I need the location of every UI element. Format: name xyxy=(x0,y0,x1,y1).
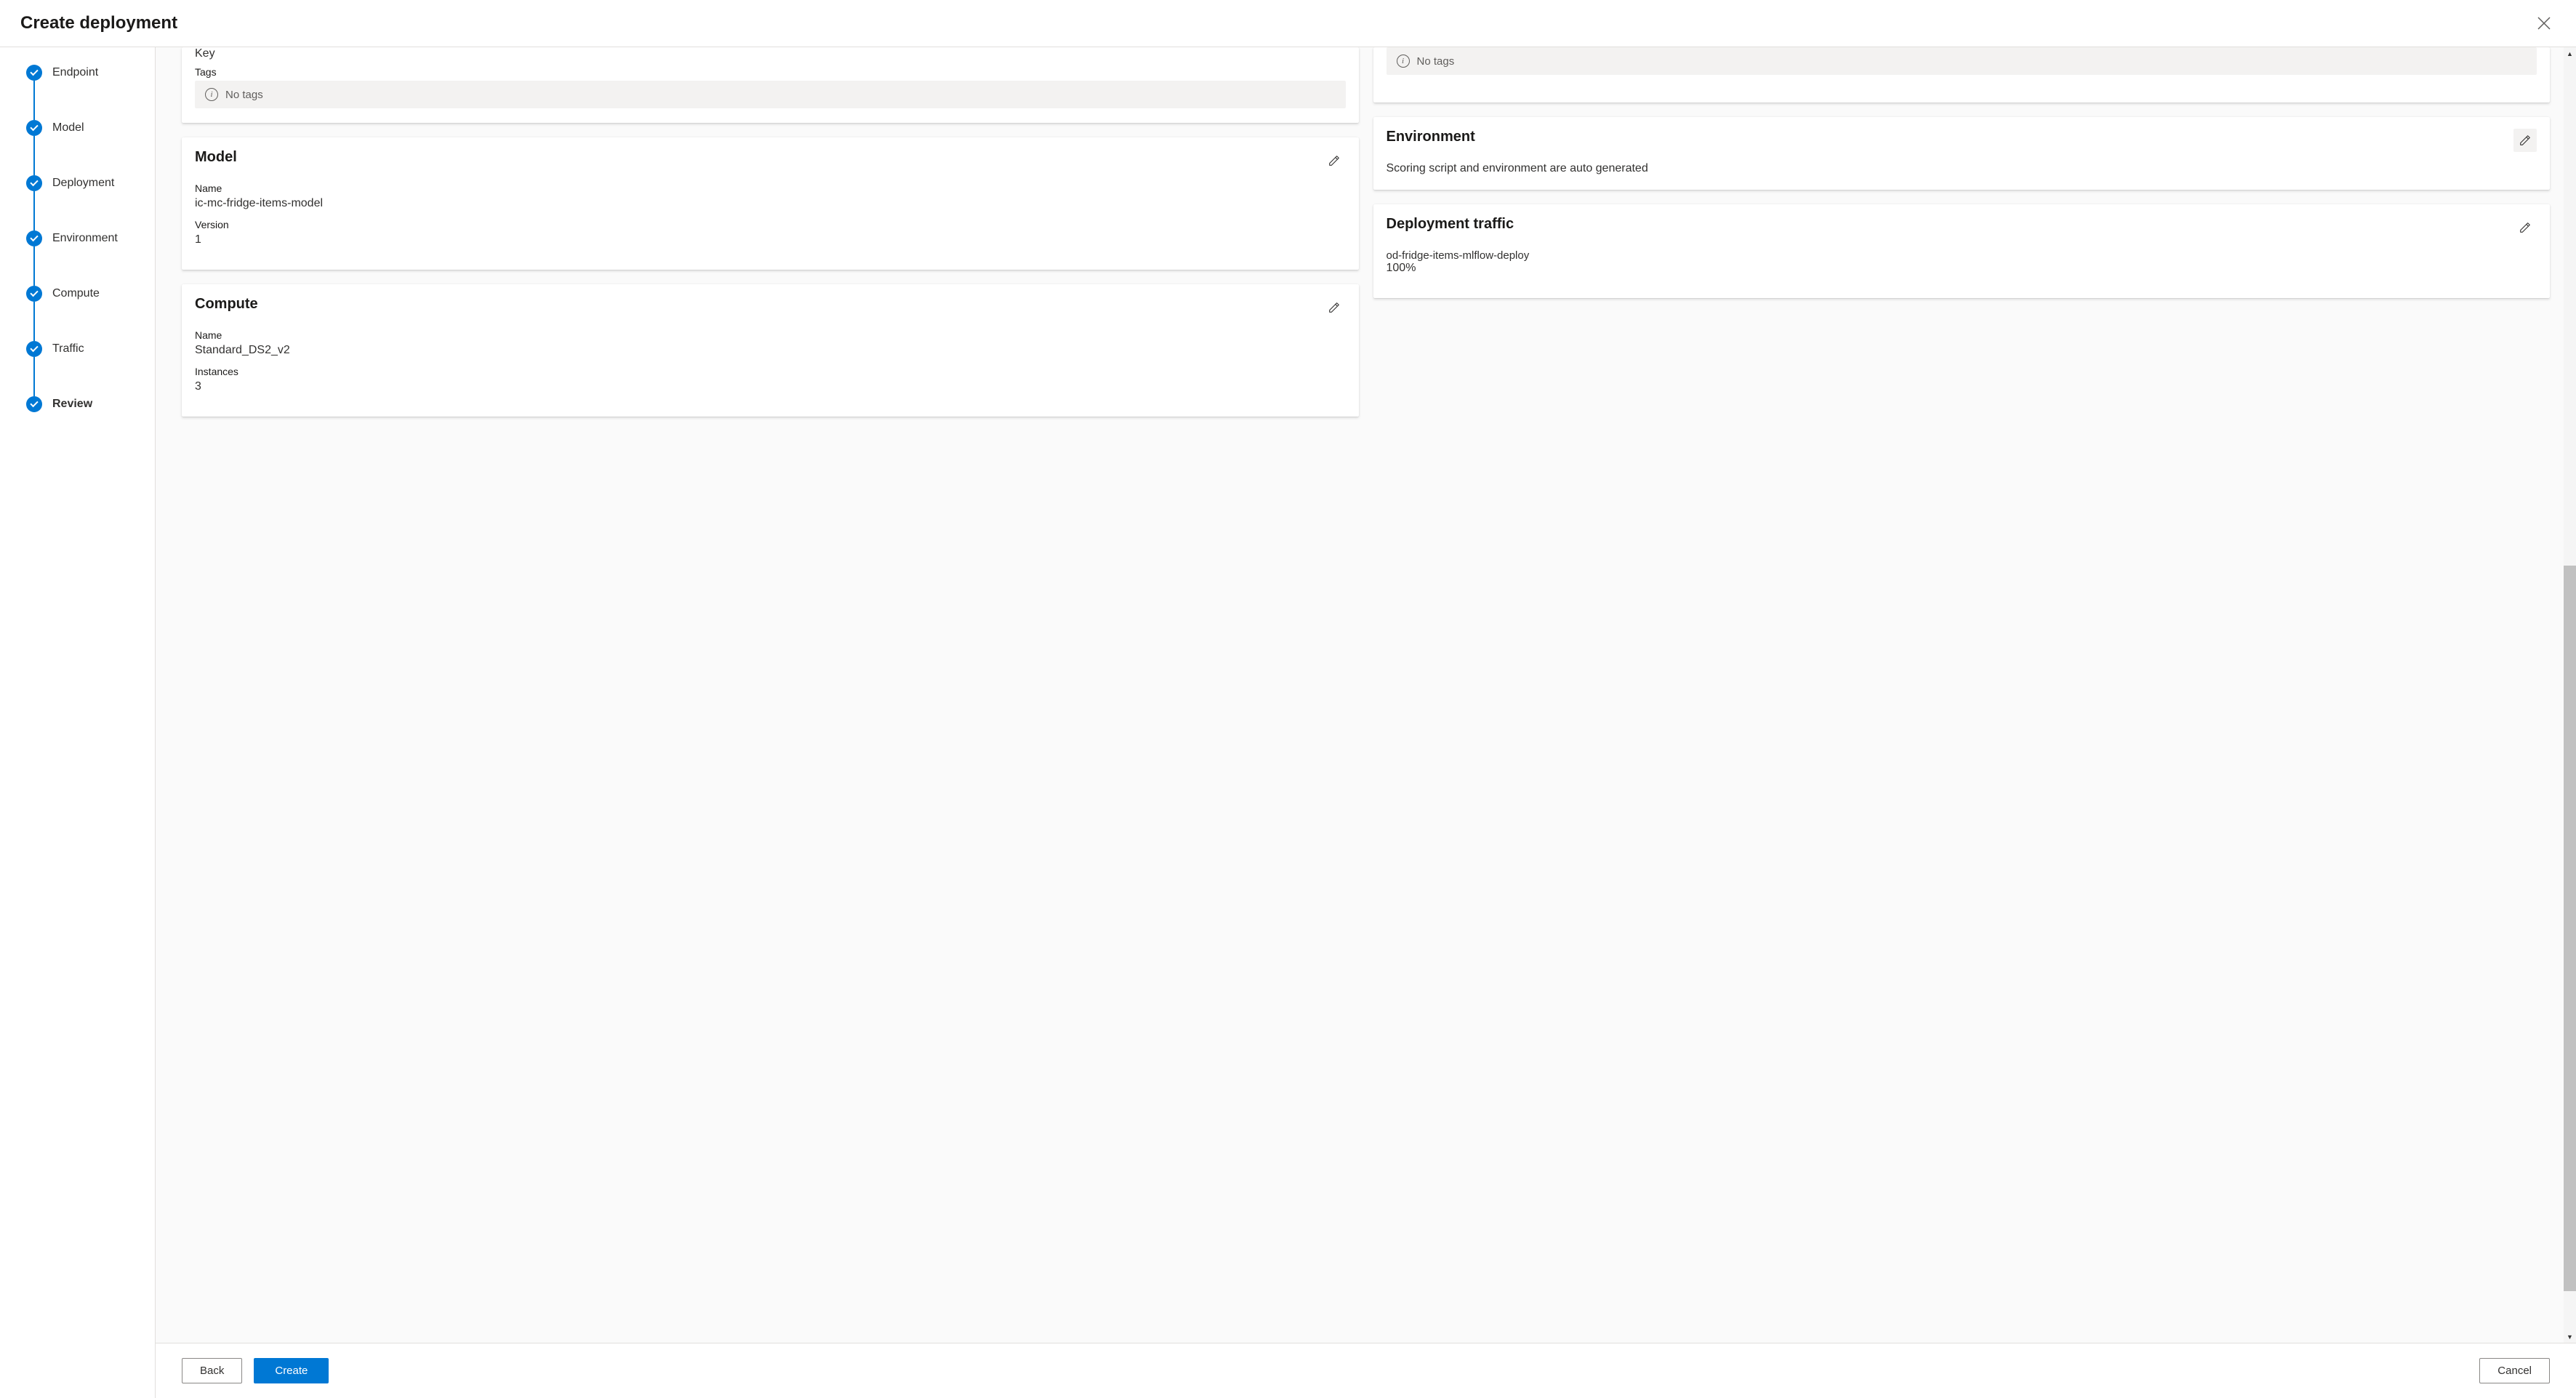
scrollbar-thumb[interactable] xyxy=(2564,566,2576,1291)
tags-label: Tags xyxy=(195,66,1346,78)
back-button[interactable]: Back xyxy=(182,1358,242,1383)
field-value: 3 xyxy=(195,380,1346,393)
step-connector xyxy=(33,191,35,230)
step-label: Environment xyxy=(52,232,118,245)
step-label: Traffic xyxy=(52,342,84,355)
model-card: Model Name ic-mc-fridge-items-model xyxy=(182,137,1359,270)
field-value: ic-mc-fridge-items-model xyxy=(195,197,1346,210)
check-icon xyxy=(26,230,42,246)
card-title: Environment xyxy=(1387,129,1475,145)
step-connector xyxy=(33,136,35,175)
col-left: Key Tags i No tags Model xyxy=(182,47,1359,431)
dialog-footer: Back Create Cancel xyxy=(156,1343,2576,1398)
cancel-button[interactable]: Cancel xyxy=(2479,1358,2550,1383)
field-label: Name xyxy=(195,329,1346,341)
wizard-sidebar: Endpoint Model Deployment Environment xyxy=(0,47,156,1398)
field-label: Version xyxy=(195,219,1346,230)
col-right: i No tags Environment xyxy=(1373,47,2551,431)
model-version-field: Version 1 xyxy=(195,219,1346,246)
card-header: Compute xyxy=(195,296,1346,319)
check-icon xyxy=(26,396,42,412)
card-header: Environment xyxy=(1387,129,2537,152)
no-tags-box: i No tags xyxy=(195,81,1346,108)
step-connector xyxy=(33,302,35,341)
step-endpoint[interactable]: Endpoint xyxy=(26,65,155,81)
compute-instances-field: Instances 3 xyxy=(195,366,1346,393)
step-label: Deployment xyxy=(52,177,114,190)
endpoint-card: Key Tags i No tags xyxy=(182,47,1359,123)
step-model[interactable]: Model xyxy=(26,120,155,136)
field-label: Name xyxy=(195,182,1346,194)
edit-compute-button[interactable] xyxy=(1323,296,1346,319)
main-area[interactable]: Key Tags i No tags Model xyxy=(156,47,2576,1343)
environment-text: Scoring script and environment are auto … xyxy=(1387,162,2537,175)
deployment-card-partial: i No tags xyxy=(1373,47,2551,103)
no-tags-box: i No tags xyxy=(1387,47,2537,75)
step-environment[interactable]: Environment xyxy=(26,230,155,246)
step-traffic[interactable]: Traffic xyxy=(26,341,155,357)
card-header: Deployment traffic xyxy=(1387,216,2537,239)
main-wrapper: Key Tags i No tags Model xyxy=(156,47,2576,1398)
step-label: Compute xyxy=(52,287,100,300)
step-label: Model xyxy=(52,121,84,134)
close-icon xyxy=(2537,17,2551,30)
check-icon xyxy=(26,286,42,302)
step-connector xyxy=(33,246,35,286)
create-deployment-dialog: Create deployment Endpoint Model Depl xyxy=(0,0,2576,1398)
field-label: Instances xyxy=(195,366,1346,377)
step-deployment[interactable]: Deployment xyxy=(26,175,155,191)
step-label: Review xyxy=(52,398,92,411)
columns: Key Tags i No tags Model xyxy=(182,47,2550,431)
compute-name-field: Name Standard_DS2_v2 xyxy=(195,329,1346,357)
pencil-icon xyxy=(1328,301,1341,314)
dialog-header: Create deployment xyxy=(0,0,2576,47)
pencil-icon xyxy=(1328,154,1341,167)
check-icon xyxy=(26,341,42,357)
step-list: Endpoint Model Deployment Environment xyxy=(26,65,155,412)
step-connector xyxy=(33,81,35,120)
step-label: Endpoint xyxy=(52,66,98,79)
scroll-down-icon[interactable]: ▼ xyxy=(2564,1330,2576,1343)
dialog-body: Endpoint Model Deployment Environment xyxy=(0,47,2576,1398)
field-value: 1 xyxy=(195,233,1346,246)
card-title: Compute xyxy=(195,296,258,313)
pencil-icon xyxy=(2519,221,2532,234)
compute-card: Compute Name Standard_DS2_v2 xyxy=(182,284,1359,417)
edit-environment-button[interactable] xyxy=(2513,129,2537,152)
pencil-icon xyxy=(2519,134,2532,147)
no-tags-text: No tags xyxy=(225,89,263,101)
traffic-field: od-fridge-items-mlflow-deploy 100% xyxy=(1387,249,2537,275)
card-header: Model xyxy=(195,149,1346,172)
main-inner: Key Tags i No tags Model xyxy=(156,47,2576,440)
step-review[interactable]: Review xyxy=(26,396,155,412)
card-title: Deployment traffic xyxy=(1387,216,1514,233)
traffic-card: Deployment traffic od-fridge-items-mlflo… xyxy=(1373,204,2551,298)
edit-model-button[interactable] xyxy=(1323,149,1346,172)
key-label: Key xyxy=(195,47,1346,60)
create-button[interactable]: Create xyxy=(254,1358,329,1383)
scroll-up-icon[interactable]: ▲ xyxy=(2564,47,2576,60)
card-title: Model xyxy=(195,149,237,166)
footer-left: Back Create xyxy=(182,1358,329,1383)
step-connector xyxy=(33,357,35,396)
field-value: Standard_DS2_v2 xyxy=(195,344,1346,357)
scrollbar[interactable]: ▲ ▼ xyxy=(2564,47,2576,1343)
model-name-field: Name ic-mc-fridge-items-model xyxy=(195,182,1346,210)
deploy-name: od-fridge-items-mlflow-deploy xyxy=(1387,249,2537,262)
edit-traffic-button[interactable] xyxy=(2513,216,2537,239)
info-icon: i xyxy=(1397,55,1410,68)
close-button[interactable] xyxy=(2532,12,2556,35)
environment-card: Environment Scoring script and environme… xyxy=(1373,117,2551,190)
check-icon xyxy=(26,175,42,191)
deploy-percent: 100% xyxy=(1387,262,2537,275)
info-icon: i xyxy=(205,88,218,101)
check-icon xyxy=(26,120,42,136)
step-compute[interactable]: Compute xyxy=(26,286,155,302)
check-icon xyxy=(26,65,42,81)
no-tags-text: No tags xyxy=(1417,55,1455,68)
dialog-title: Create deployment xyxy=(20,13,177,33)
